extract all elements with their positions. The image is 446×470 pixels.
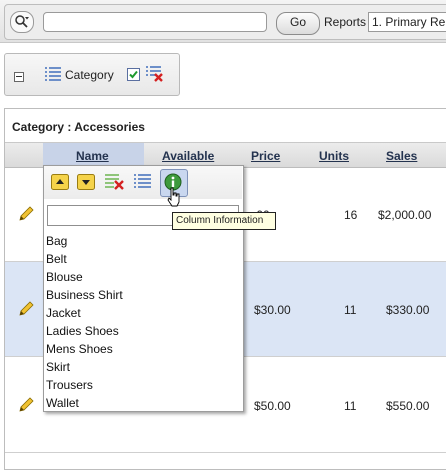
- edit-pencil-icon[interactable]: [17, 300, 35, 318]
- list-item[interactable]: Blouse: [46, 268, 123, 286]
- remove-control-break-icon[interactable]: [145, 65, 165, 83]
- hide-column-icon[interactable]: [104, 173, 126, 191]
- price-cell: $50.00: [254, 399, 291, 413]
- column-header-units[interactable]: Units: [319, 149, 349, 163]
- units-cell: 16: [344, 208, 358, 222]
- control-break-label: Category: [65, 68, 114, 82]
- sort-ascending-icon[interactable]: [51, 174, 69, 190]
- reports-select[interactable]: 1. Primary Report: [368, 12, 446, 32]
- control-break-icon[interactable]: [133, 173, 153, 191]
- list-item[interactable]: Belt: [46, 250, 123, 268]
- list-item[interactable]: Wallet: [46, 394, 123, 412]
- sales-cell: $330.00: [386, 303, 430, 317]
- list-item[interactable]: Skirt: [46, 358, 123, 376]
- enable-filter-checkbox[interactable]: [127, 68, 140, 81]
- list-item[interactable]: Trousers: [46, 376, 123, 394]
- list-item[interactable]: Jacket: [46, 304, 123, 322]
- list-item[interactable]: Bag: [46, 232, 123, 250]
- units-cell: 11: [344, 399, 357, 413]
- tooltip: Column Information: [172, 212, 276, 230]
- control-break-icon: [45, 67, 61, 81]
- column-values-list: Bag Belt Blouse Business Shirt Jacket La…: [46, 232, 123, 412]
- edit-pencil-icon[interactable]: [17, 205, 35, 223]
- price-cell: $30.00: [254, 303, 291, 317]
- go-button[interactable]: Go: [276, 12, 320, 35]
- sales-cell: $550.00: [386, 399, 430, 413]
- hand-cursor-icon: [167, 187, 180, 207]
- list-item[interactable]: Ladies Shoes: [46, 322, 123, 340]
- reports-label: Reports: [324, 15, 367, 29]
- units-cell: 11: [344, 303, 357, 317]
- column-header-available[interactable]: Available: [162, 149, 214, 163]
- collapse-icon[interactable]: [14, 72, 24, 82]
- edit-pencil-icon[interactable]: [17, 396, 35, 414]
- sort-descending-icon[interactable]: [77, 174, 95, 190]
- search-icon: [15, 15, 29, 28]
- column-header-name[interactable]: Name: [76, 149, 109, 163]
- column-header-sales[interactable]: Sales: [386, 149, 417, 163]
- search-input[interactable]: [43, 12, 267, 32]
- sales-cell: $2,000.00: [378, 208, 432, 222]
- checkmark-icon: [129, 70, 138, 79]
- group-header: Category : Accessories: [12, 120, 145, 134]
- list-item[interactable]: Business Shirt: [46, 286, 123, 304]
- list-item[interactable]: Mens Shoes: [46, 340, 123, 358]
- column-header-price[interactable]: Price: [251, 149, 280, 163]
- search-column-menu-button[interactable]: [10, 11, 34, 33]
